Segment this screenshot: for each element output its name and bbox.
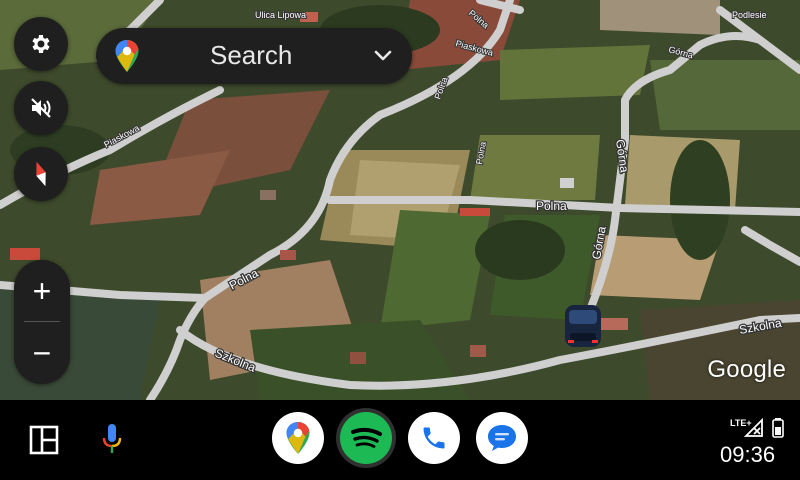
clock: 09:36	[720, 442, 776, 467]
google-maps-pin-icon	[115, 40, 139, 72]
app-google-maps[interactable]	[272, 412, 324, 464]
minus-icon: −	[32, 335, 52, 371]
battery-icon	[772, 418, 784, 438]
messages-icon	[488, 425, 516, 451]
assistant-mic-button[interactable]	[96, 420, 128, 460]
phone-icon	[423, 427, 445, 449]
network-status: LTE+	[730, 416, 790, 440]
volume-off-icon	[31, 98, 51, 118]
google-maps-icon	[286, 422, 310, 454]
car-position-icon	[565, 305, 601, 347]
search-label: Search	[210, 40, 293, 70]
search-bar[interactable]: Search	[96, 28, 412, 84]
mute-button[interactable]	[14, 81, 68, 135]
road-label-lipowa: Ulica Lipowa	[255, 10, 306, 20]
settings-button[interactable]	[14, 17, 68, 71]
app-spotify[interactable]	[340, 412, 392, 464]
compass-button[interactable]	[14, 147, 68, 201]
chevron-down-icon[interactable]	[374, 50, 392, 62]
gear-icon	[32, 35, 50, 53]
plus-icon: +	[32, 273, 52, 309]
cell-signal-icon	[744, 418, 763, 437]
spotify-icon	[342, 414, 390, 462]
microphone-icon	[102, 424, 122, 453]
zoom-controls: + −	[14, 260, 70, 384]
app-messages[interactable]	[476, 412, 528, 464]
compass-icon	[36, 161, 46, 187]
google-attribution: Google	[707, 356, 786, 383]
dashboard-grid-icon	[29, 425, 59, 455]
road-label-polna: Polna	[536, 199, 567, 213]
road-label-podlesie: Podlesie	[732, 10, 767, 20]
dashboard-button[interactable]	[28, 424, 60, 456]
zoom-out-button[interactable]: −	[14, 322, 70, 384]
app-phone[interactable]	[408, 412, 460, 464]
zoom-in-button[interactable]: +	[14, 260, 70, 322]
